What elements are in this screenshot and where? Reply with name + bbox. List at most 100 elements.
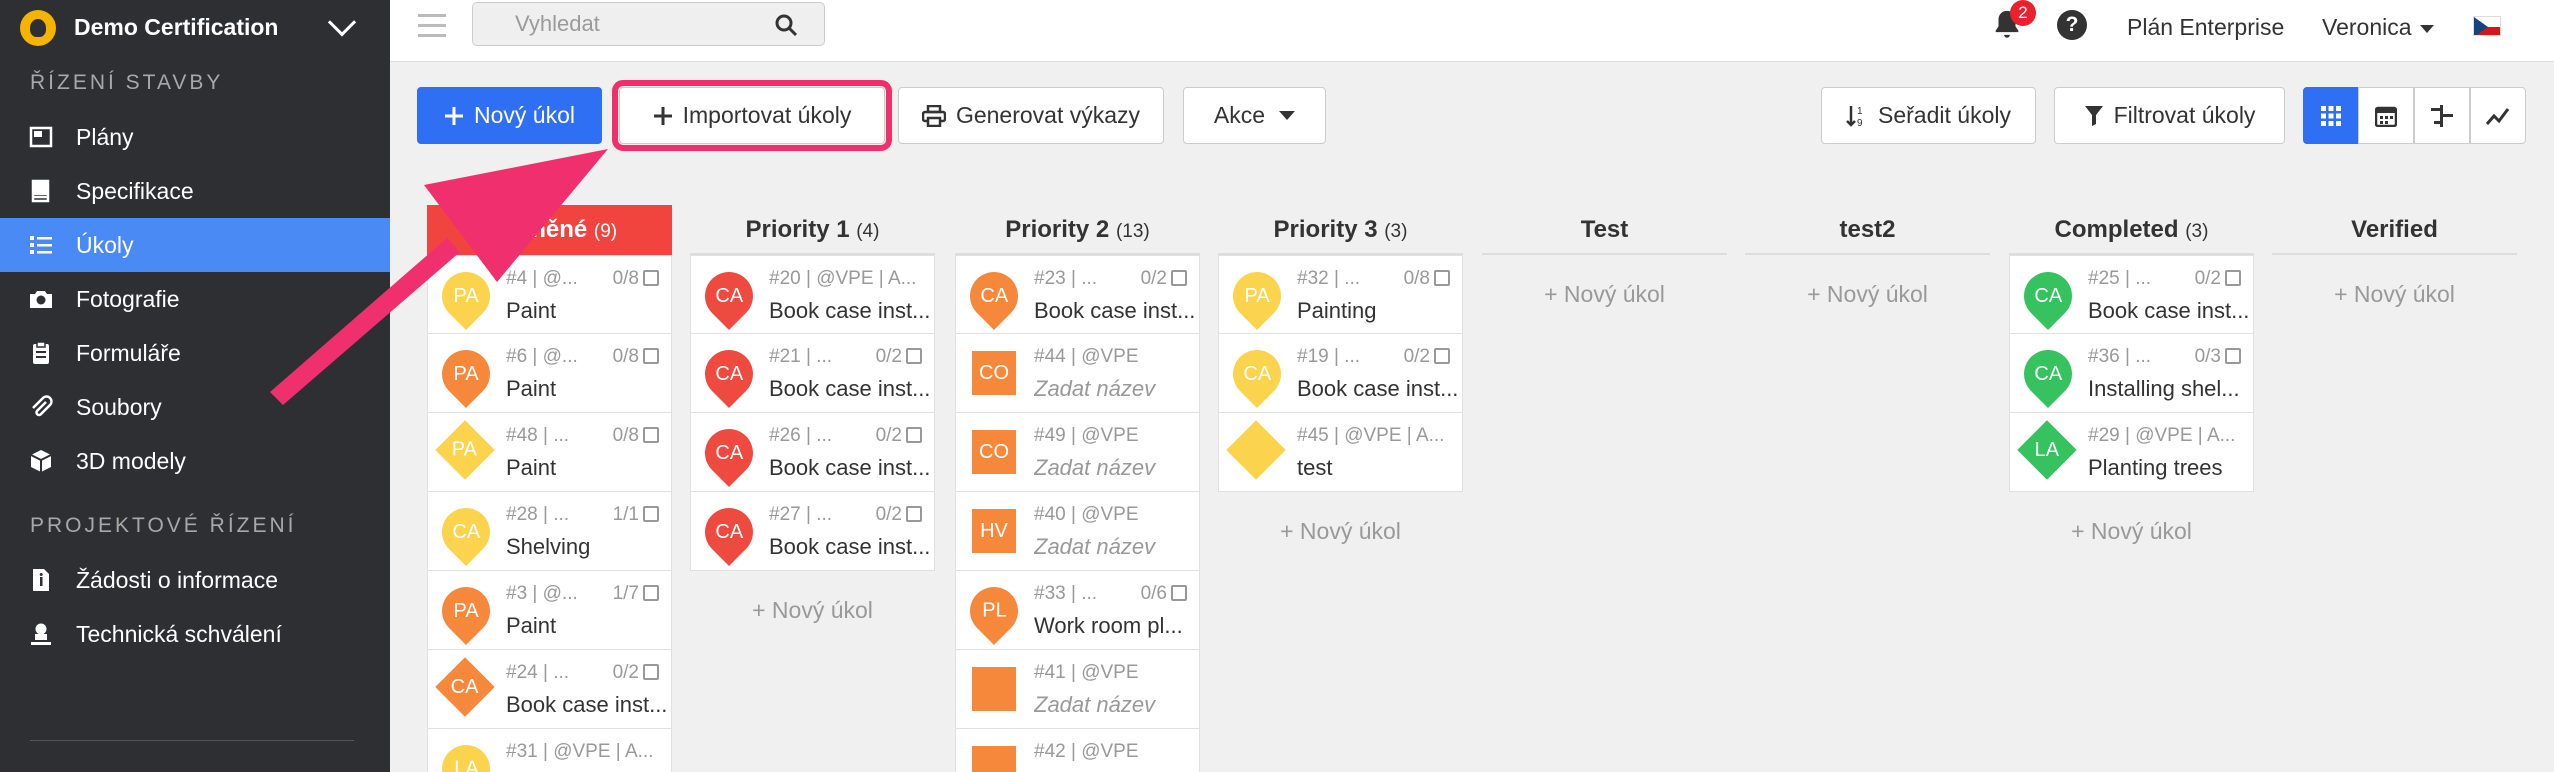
diamond-marker-icon: PA — [435, 420, 495, 480]
section-label-construction: ŘÍZENÍ STAVBY — [30, 71, 224, 94]
task-card[interactable]: CO #44 | @VPE Zadat název — [955, 334, 1200, 413]
import-tasks-button[interactable]: Importovat úkoly — [612, 80, 892, 151]
task-title: Book case inst... — [769, 376, 929, 401]
add-task-link[interactable]: + Nový úkol — [1218, 492, 1463, 570]
column-test: Test + Nový úkol — [1482, 205, 1727, 333]
plan-link[interactable]: Plán Enterprise — [2127, 14, 2284, 41]
search-icon[interactable] — [774, 13, 798, 37]
czech-flag-icon[interactable] — [2473, 16, 2501, 36]
checklist-progress: 0/2 — [876, 346, 922, 368]
checkbox-icon — [1171, 270, 1187, 286]
task-card[interactable]: HV #40 | @VPE Zadat název — [955, 492, 1200, 571]
sidebar-item-3d-modely[interactable]: 3D modely — [0, 434, 390, 488]
project-switcher[interactable]: Demo Certification — [0, 0, 390, 55]
task-card[interactable]: PA #32 | ... 0/8 Painting — [1218, 255, 1463, 334]
sidebar-item-soubory[interactable]: Soubory — [0, 380, 390, 434]
sidebar-item-specifikace[interactable]: Specifikace — [0, 164, 390, 218]
column-header[interactable]: Změněné (9) — [427, 205, 672, 255]
checklist-progress: 0/8 — [613, 425, 659, 447]
add-task-link[interactable]: + Nový úkol — [2009, 492, 2254, 570]
checkbox-icon — [1434, 270, 1450, 286]
checkbox-icon — [1434, 348, 1450, 364]
task-meta: #20 | @VPE | A... — [769, 268, 917, 289]
column-header[interactable]: Completed (3) — [2009, 205, 2254, 255]
task-card[interactable]: CA #28 | ... 1/1 Shelving — [427, 492, 672, 571]
sidebar-item-žádosti-o-informace[interactable]: Žádosti o informace — [0, 553, 390, 607]
column-title: Verified — [2351, 216, 2438, 243]
actions-label: Akce — [1213, 102, 1266, 128]
column-priority-1: Priority 1 (4) CA #20 | @VPE | A... Book ca… — [690, 205, 935, 649]
generate-reports-button[interactable]: Generovat výkazy — [898, 87, 1164, 144]
column-count: (4) — [856, 221, 880, 242]
add-task-link[interactable]: + Nový úkol — [1482, 255, 1727, 333]
user-menu[interactable]: Veronica — [2322, 14, 2434, 41]
actions-dropdown[interactable]: Akce — [1183, 87, 1326, 144]
task-card[interactable]: PA #6 | @... 0/8 Paint — [427, 334, 672, 413]
calendar-view-button[interactable] — [2358, 87, 2414, 144]
sidebar-item-plány[interactable]: Plány — [0, 110, 390, 164]
location-pin-icon: PA — [432, 340, 500, 408]
task-title: Painting — [1297, 298, 1377, 323]
filter-tasks-button[interactable]: Filtrovat úkoly — [2054, 87, 2285, 144]
caret-down-icon — [2419, 24, 2434, 33]
task-meta: #26 | ... — [769, 425, 833, 446]
task-card[interactable]: #45 | @VPE | A... test — [1218, 413, 1463, 492]
new-task-button[interactable]: Nový úkol — [417, 87, 602, 144]
column-header[interactable]: Priority 2 (13) — [955, 205, 1200, 255]
gantt-view-button[interactable] — [2414, 87, 2470, 144]
location-pin-icon: CA — [695, 419, 763, 487]
sidebar-item-label: Formuláře — [76, 339, 181, 366]
column-header[interactable]: Priority 3 (3) — [1218, 205, 1463, 255]
task-meta: #49 | @VPE — [1034, 425, 1139, 446]
sidebar: Demo Certification ŘÍZENÍ STAVBY Plány Sp… — [0, 0, 390, 772]
task-card[interactable]: CA #36 | ... 0/3 Installing shel... — [2009, 334, 2254, 413]
sidebar-item-fotografie[interactable]: Fotografie — [0, 272, 390, 326]
sidebar-item-label: Žádosti o informace — [76, 566, 278, 593]
add-task-link[interactable]: + Nový úkol — [1745, 255, 1990, 333]
sort-tasks-button[interactable]: 19 Seřadit úkoly — [1821, 87, 2036, 144]
add-task-link[interactable]: + Nový úkol — [2272, 255, 2517, 333]
column-header[interactable]: Test — [1482, 205, 1727, 255]
chart-view-button[interactable] — [2470, 87, 2526, 144]
task-card[interactable]: PA #3 | @... 1/7 Paint — [427, 571, 672, 650]
task-card[interactable]: CO #49 | @VPE Zadat název — [955, 413, 1200, 492]
task-card[interactable]: LA #31 | @VPE | A... — [427, 729, 672, 772]
checklist-progress: 0/2 — [1404, 346, 1450, 368]
task-card[interactable]: CA #25 | ... 0/2 Book case inst... — [2009, 255, 2254, 334]
calendar-icon — [2375, 106, 2397, 127]
checkbox-icon — [643, 427, 659, 443]
task-title: Paint — [506, 298, 557, 323]
add-task-link[interactable]: + Nový úkol — [690, 571, 935, 649]
task-card[interactable]: PA #48 | ... 0/8 Paint — [427, 413, 672, 492]
app-root: Demo Certification ŘÍZENÍ STAVBY Plány Sp… — [0, 0, 2554, 772]
task-card[interactable]: CA #27 | ... 0/2 Book case inst... — [690, 492, 935, 571]
column-header[interactable]: Priority 1 (4) — [690, 205, 935, 255]
location-pin-icon: CA — [432, 498, 500, 566]
task-title: test — [1297, 455, 1333, 480]
task-card[interactable]: CA #24 | ... 0/2 Book case inst... — [427, 650, 672, 729]
task-card[interactable]: CA #26 | ... 0/2 Book case inst... — [690, 413, 935, 492]
notification-badge: 2 — [2010, 0, 2036, 26]
sidebar-item-formuláře[interactable]: Formuláře — [0, 326, 390, 380]
sidebar-item-technická-schválení[interactable]: Technická schválení — [0, 607, 390, 661]
sidebar-item-úkoly[interactable]: Úkoly — [0, 218, 390, 272]
task-card[interactable]: #42 | @VPE — [955, 729, 1200, 772]
new-task-label: Nový úkol — [474, 102, 575, 128]
column-completed: Completed (3) CA #25 | ... 0/2 Book case ins… — [2009, 205, 2254, 570]
search-input[interactable] — [473, 3, 763, 45]
help-icon[interactable]: ? — [2057, 10, 2087, 40]
column-header[interactable]: test2 — [1745, 205, 1990, 255]
task-card[interactable]: PA #4 | @... 0/8 Paint — [427, 255, 672, 334]
column-header[interactable]: Verified — [2272, 205, 2517, 255]
task-card[interactable]: LA #29 | @VPE | A... Planting trees — [2009, 413, 2254, 492]
column-title: Completed — [2054, 216, 2179, 243]
task-card[interactable]: CA #20 | @VPE | A... Book case inst... — [690, 255, 935, 334]
task-card[interactable]: CA #23 | ... 0/2 Book case inst... — [955, 255, 1200, 334]
location-pin-icon: CA — [695, 498, 763, 566]
task-card[interactable]: #41 | @VPE Zadat název — [955, 650, 1200, 729]
task-card[interactable]: CA #21 | ... 0/2 Book case inst... — [690, 334, 935, 413]
board-view-button[interactable] — [2303, 87, 2359, 144]
task-card[interactable]: CA #19 | ... 0/2 Book case inst... — [1218, 334, 1463, 413]
menu-icon[interactable] — [418, 14, 446, 38]
task-card[interactable]: PL #33 | ... 0/6 Work room pl... — [955, 571, 1200, 650]
